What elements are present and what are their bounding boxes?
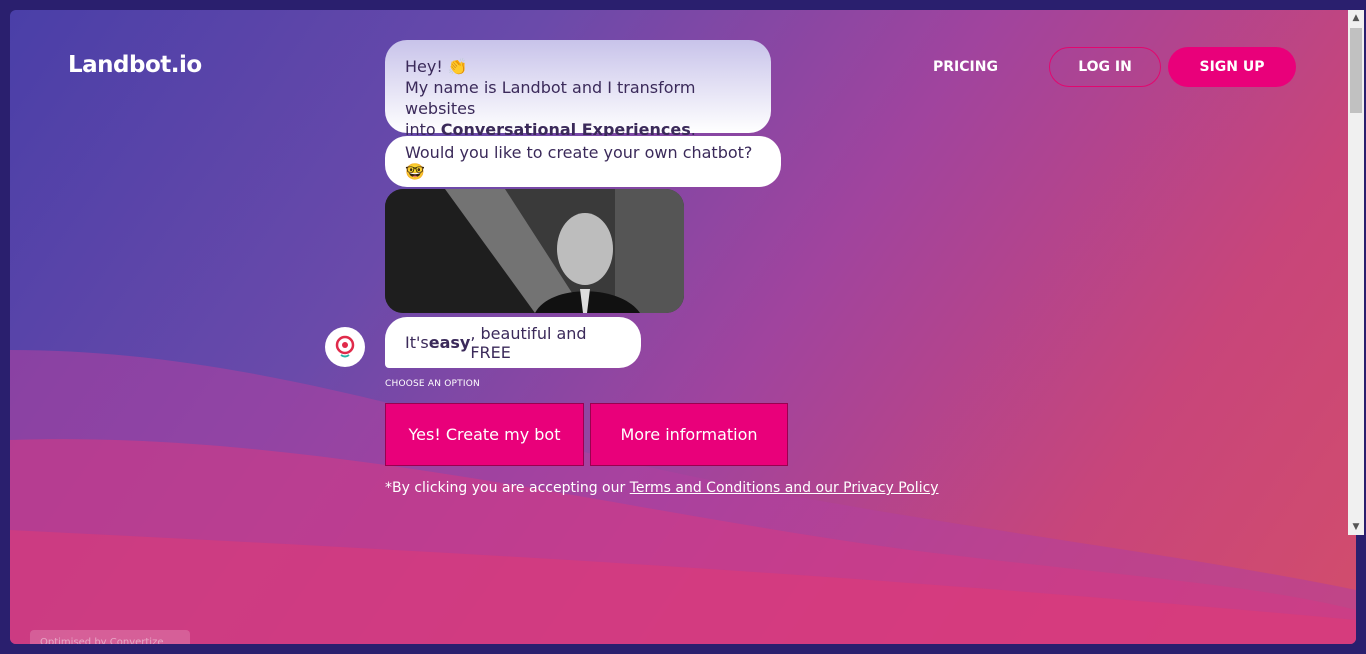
scroll-up-icon[interactable]: ▲ [1348, 10, 1364, 26]
easy-post: , beautiful and FREE [470, 323, 587, 362]
easy-bold: easy [428, 333, 471, 352]
chat-bubble-question: Would you like to create your own chatbo… [385, 136, 781, 187]
convertize-badge[interactable]: Optimised by Convertize [30, 630, 190, 644]
landbot-logo[interactable]: Landbot.io [68, 52, 202, 78]
terms-disclaimer: *By clicking you are accepting our Terms… [385, 480, 939, 496]
gif-illustration [385, 189, 684, 313]
disclaimer-text: *By clicking you are accepting our [385, 480, 630, 496]
choose-option-label: CHOOSE AN OPTION [385, 379, 480, 389]
chat-bubble-intro: Hey! 👏 My name is Landbot and I transfor… [385, 40, 771, 139]
scroll-thumb[interactable] [1350, 28, 1362, 113]
bot-face-icon [335, 335, 355, 358]
scroll-down-icon[interactable]: ▼ [1348, 519, 1364, 535]
landing-page: Landbot.io PRICING LOG IN SIGN UP Hey! 👏… [10, 10, 1356, 644]
more-information-button[interactable]: More information [590, 403, 788, 466]
chat-gif-image [385, 189, 684, 313]
signup-button[interactable]: SIGN UP [1168, 47, 1296, 87]
chat-bubble-easy: It's easy, beautiful and FREE [385, 317, 641, 368]
nav-pricing-link[interactable]: PRICING [933, 59, 998, 75]
terms-privacy-link[interactable]: Terms and Conditions and our Privacy Pol… [630, 480, 939, 496]
create-bot-button[interactable]: Yes! Create my bot [385, 403, 584, 466]
intro-text-line: My name is Landbot and I transform websi… [405, 78, 696, 118]
greeting-text: Hey! 👏 [405, 57, 468, 76]
page-scrollbar[interactable]: ▲ ▼ [1348, 10, 1364, 535]
login-button[interactable]: LOG IN [1049, 47, 1161, 87]
easy-pre: It's [405, 333, 429, 352]
bot-avatar [325, 327, 365, 367]
